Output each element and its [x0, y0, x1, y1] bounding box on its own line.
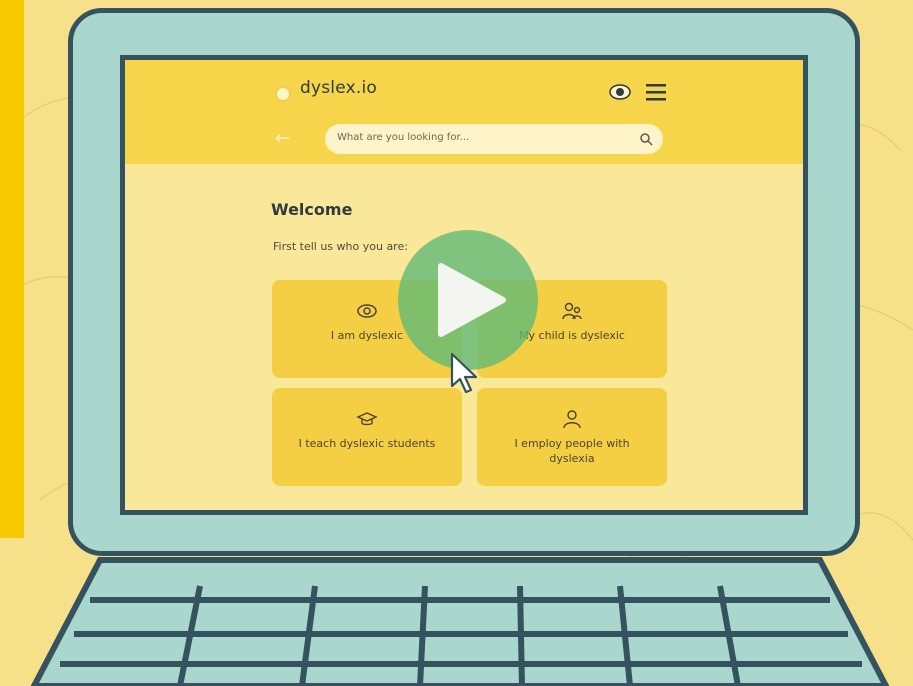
welcome-title: Welcome	[271, 200, 353, 219]
search-input[interactable]: What are you looking for...	[325, 124, 663, 154]
logo-icon	[275, 86, 291, 102]
video-play-button[interactable]	[398, 230, 538, 370]
parent-child-icon	[562, 302, 582, 320]
card-label: I teach dyslexic students	[298, 437, 436, 450]
cursor-icon	[450, 352, 478, 394]
back-arrow-icon[interactable]: ←	[275, 128, 290, 149]
eye-icon[interactable]	[607, 80, 633, 104]
search-icon[interactable]	[639, 132, 653, 146]
card-label: I employ people with dyslexia	[514, 437, 630, 465]
graduation-cap-icon	[356, 412, 378, 426]
brand-name[interactable]: dyslex.io	[300, 78, 377, 98]
play-icon	[438, 263, 506, 337]
app-header: dyslex.io ← What are you looking for...	[125, 60, 803, 164]
hamburger-menu-icon[interactable]	[643, 80, 669, 104]
intro-text: First tell us who you are:	[273, 240, 408, 253]
search-placeholder: What are you looking for...	[337, 132, 470, 143]
eye-icon	[357, 304, 377, 318]
accent-side-bar	[0, 0, 24, 538]
person-icon	[563, 410, 581, 429]
role-card-teacher[interactable]: I teach dyslexic students	[272, 388, 462, 486]
role-card-employer[interactable]: I employ people with dyslexia	[477, 388, 667, 486]
laptop-keyboard-base	[30, 557, 890, 686]
